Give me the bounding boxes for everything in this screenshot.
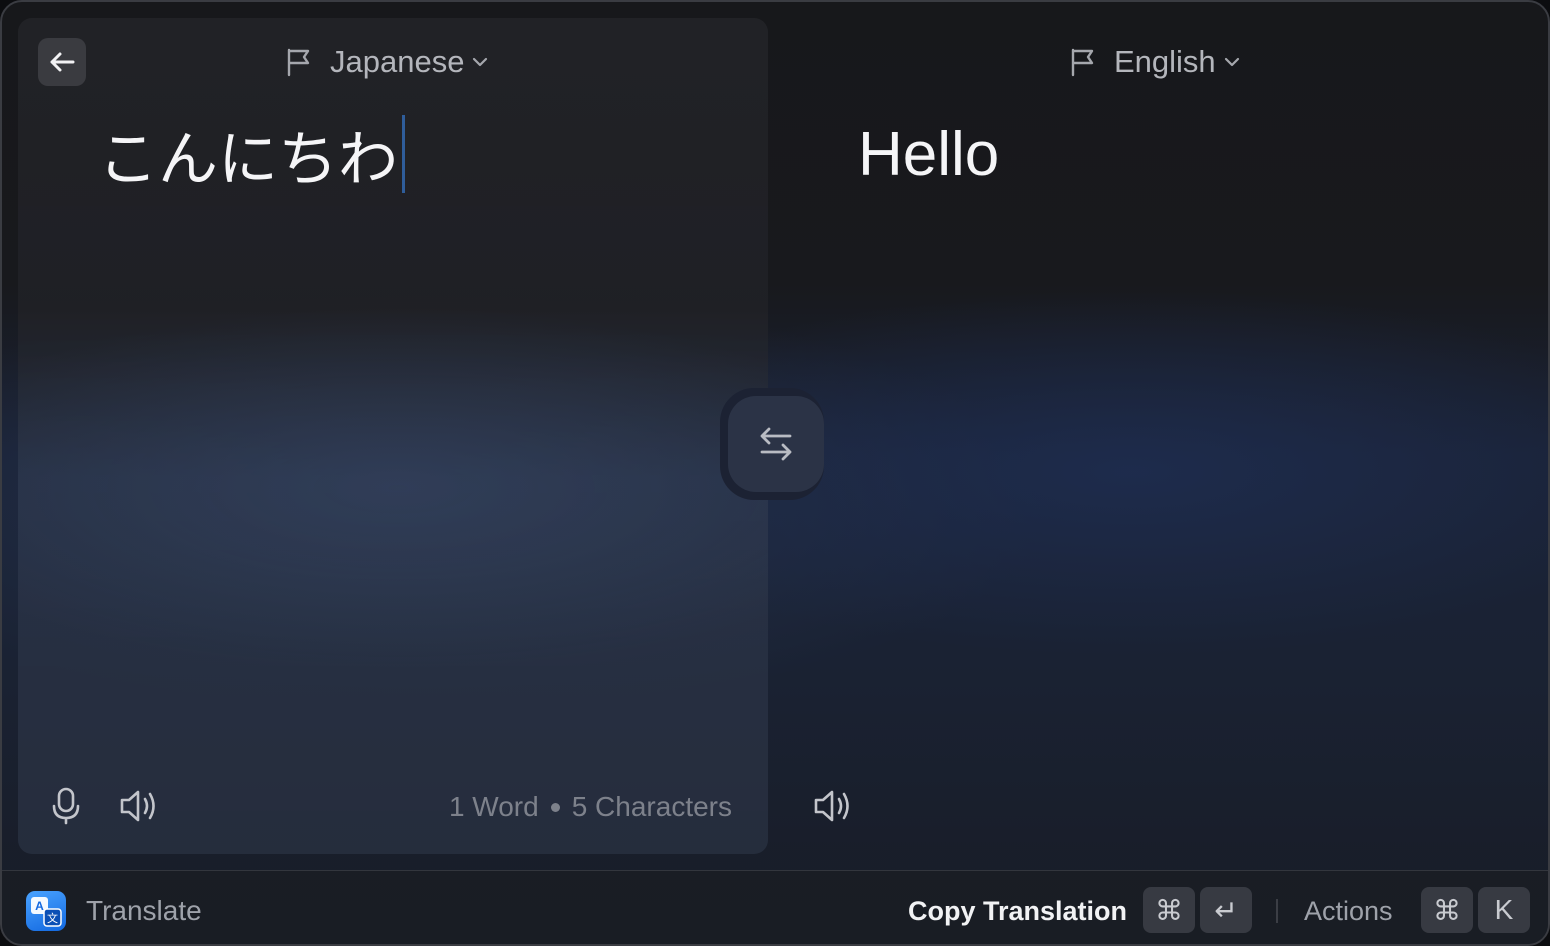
app-name: Translate bbox=[86, 895, 202, 926]
copy-translation-button[interactable]: Copy Translation bbox=[908, 891, 1127, 931]
source-text: こんにちわ bbox=[98, 124, 398, 195]
target-speak-button[interactable] bbox=[808, 782, 856, 830]
word-count: 1 Word bbox=[448, 791, 539, 822]
text-caret bbox=[402, 115, 405, 193]
chevron-down-icon bbox=[1224, 57, 1239, 67]
arrow-left-icon bbox=[50, 52, 75, 72]
swap-languages-button[interactable] bbox=[728, 396, 824, 492]
text-stats: 1 Word 5 Characters bbox=[449, 787, 732, 827]
separator-dot bbox=[550, 802, 560, 812]
source-text-input[interactable]: こんにちわ bbox=[98, 114, 405, 195]
actions-command-key: ⌘ bbox=[1421, 887, 1473, 933]
speaker-icon bbox=[120, 790, 155, 822]
chevron-down-icon bbox=[473, 57, 488, 67]
footer-divider bbox=[1276, 899, 1278, 923]
actions-k-key: K bbox=[1478, 887, 1530, 933]
translate-app-icon: A 文 bbox=[26, 891, 66, 931]
flag-icon bbox=[1071, 48, 1094, 77]
flag-icon bbox=[287, 48, 310, 77]
source-language-selector[interactable]: Japanese bbox=[284, 40, 488, 84]
translated-text: Hello bbox=[858, 119, 1000, 189]
character-count: 5 Characters bbox=[571, 791, 732, 822]
translate-window: Japanese English こんにちわ Hello 1 Word 5 Ch… bbox=[0, 0, 1550, 946]
microphone-icon bbox=[52, 787, 80, 825]
target-language-selector[interactable]: English bbox=[1068, 40, 1240, 84]
shortcut-command-key: ⌘ bbox=[1143, 887, 1195, 933]
microphone-button[interactable] bbox=[42, 782, 90, 830]
svg-text:A: A bbox=[35, 899, 44, 913]
target-language-label: English bbox=[1114, 44, 1216, 79]
swap-arrows-icon bbox=[760, 427, 792, 461]
back-button[interactable] bbox=[38, 38, 86, 86]
source-language-label: Japanese bbox=[330, 44, 465, 79]
shortcut-return-key: ↵ bbox=[1200, 887, 1252, 933]
svg-text:文: 文 bbox=[47, 911, 58, 925]
actions-button[interactable]: Actions bbox=[1304, 891, 1393, 931]
source-speak-button[interactable] bbox=[114, 782, 162, 830]
action-bar: A 文 Translate Copy Translation ⌘ ↵ Actio… bbox=[2, 870, 1548, 944]
speaker-icon bbox=[814, 790, 849, 822]
